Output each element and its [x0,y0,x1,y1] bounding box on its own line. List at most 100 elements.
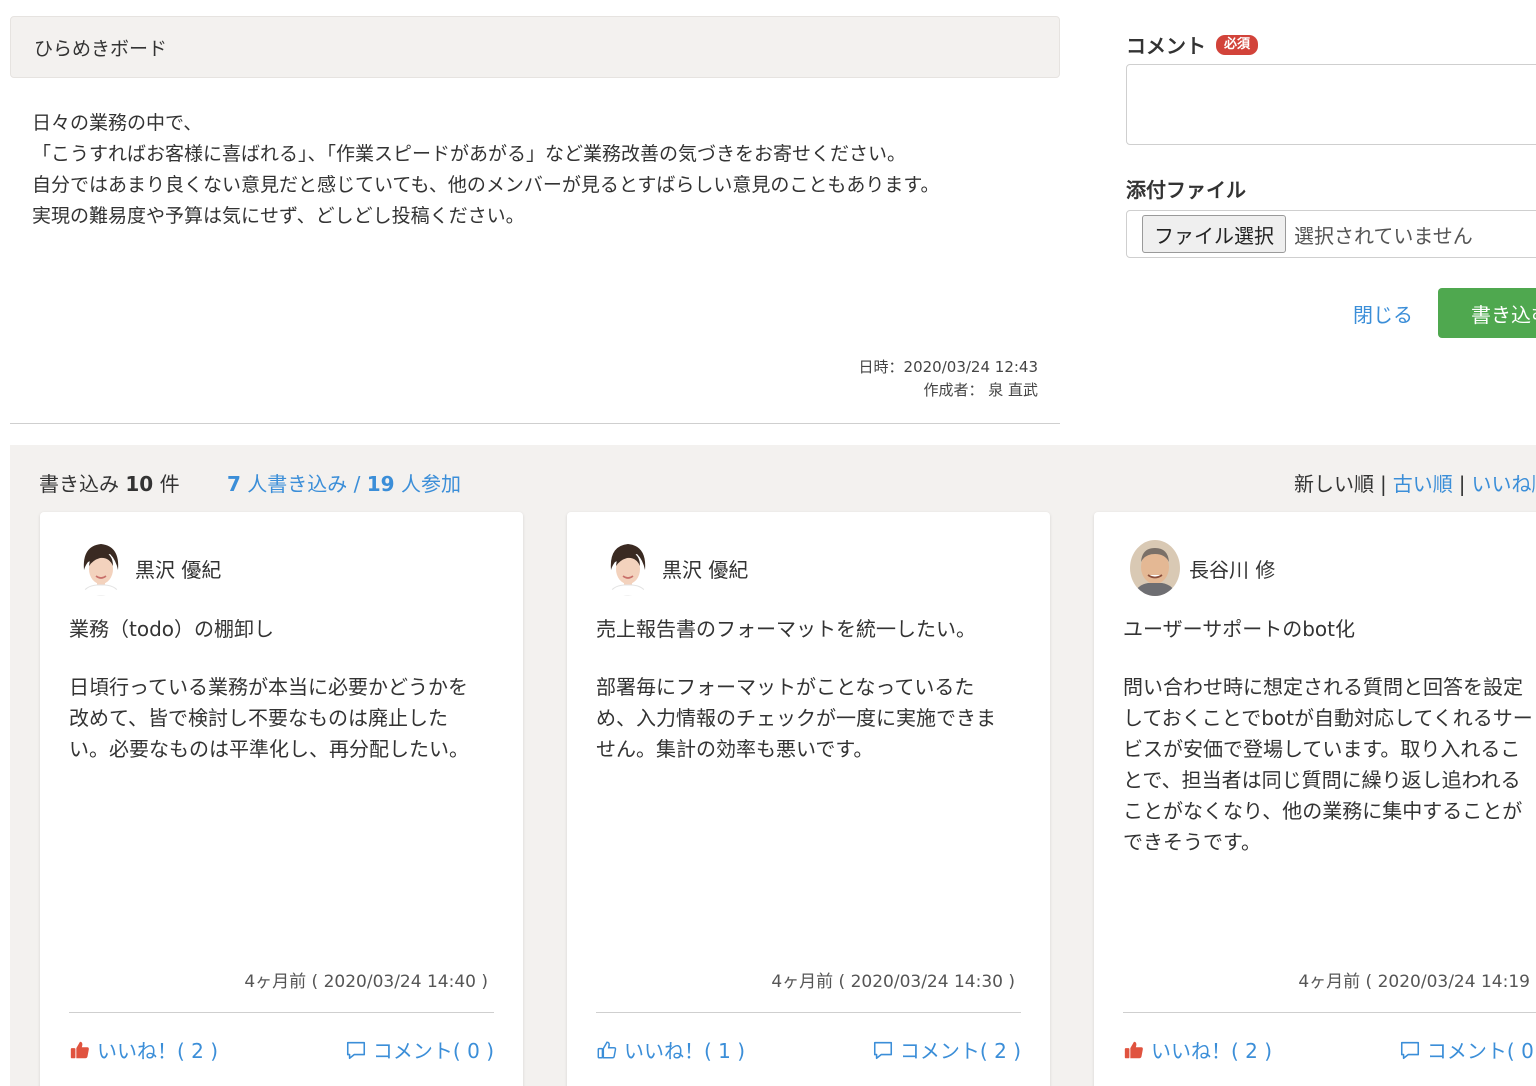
participants-link[interactable]: 7 人書き込み / 19 人参加 [227,468,461,497]
card-body: 問い合わせ時に想定される質問と回答を設定 しておくことでbotが自動対応してくれる… [1123,672,1536,858]
comment-icon [345,1039,367,1061]
card-title: 売上報告書のフォーマットを統一したい。 [596,617,976,641]
thumbs-up-filled-icon [69,1039,91,1061]
sort-separator: | [1380,472,1387,496]
posts-summary: 書き込み 10 件 [39,468,180,497]
board-description: 日々の業務の中で、 「こうすればお客様に喜ばれる」、「作業スピードがあがる」など… [32,108,1042,232]
card-author: 黒沢 優紀 [76,540,221,596]
comment-label: コメント 必須 [1126,30,1259,59]
like-count: 2 [1245,1039,1258,1063]
card-divider [69,1012,494,1013]
posts-prefix: 書き込み [39,472,119,496]
comment-label: コメント( [1426,1039,1515,1063]
board-description-line: 自分ではあまり良くない意見だと感じていても、他のメンバーが見るとすばらしい意見の… [32,174,940,196]
comment-button[interactable]: コメント( 0 ) [1399,1035,1536,1064]
card-author: 長谷川 修 [1130,540,1275,596]
card-body-line: め、入力情報のチェックが一度に実施できま [596,706,996,730]
sort-bar: 新しい順|古い順|いいね順 [1294,468,1536,497]
card-body-line: しておくことでbotが自動対応してくれるサー [1123,706,1533,730]
thumbs-up-icon [596,1039,618,1061]
like-label: いいね！( [624,1039,712,1063]
card-time: 4ヶ月前 ( 2020/03/24 14:30 ) [771,972,1015,992]
post-card: 黒沢 優紀 業務（todo）の棚卸し 日頃行っている業務が本当に必要かどうかを改… [40,512,523,1086]
like-count: 2 [191,1039,204,1063]
comment-count: 0 [467,1039,480,1063]
author-name: 黒沢 優紀 [135,557,222,582]
card-body-line: 問い合わせ時に想定される質問と回答を設定 [1123,675,1523,699]
like-button[interactable]: いいね！( 2 ) [1123,1035,1272,1064]
author-name: 黒沢 優紀 [662,557,749,582]
card-title: 業務（todo）の棚卸し [69,617,275,641]
card-divider [596,1012,1021,1013]
file-input[interactable]: ファイル選択 選択されていません [1126,210,1536,258]
sort-likes[interactable]: いいね順 [1472,472,1536,496]
card-body-line: できそうです。 [1123,830,1261,854]
like-close: ) [210,1039,219,1063]
card-body-line: 部署毎にフォーマットがことなっているた [596,675,975,699]
participants-label: 人参加 [400,472,461,496]
comment-button[interactable]: コメント( 0 ) [345,1035,494,1064]
file-status: 選択されていません [1294,223,1473,248]
writers-count: 7 [227,472,241,496]
sort-separator: | [1458,472,1466,496]
like-count: 1 [718,1039,731,1063]
board-description-line: 日々の業務の中で、 [32,112,203,134]
sort-newest[interactable]: 新しい順 [1294,472,1374,496]
card-time: 4ヶ月前 ( 2020/03/24 14:40 ) [244,972,488,992]
comment-icon [1399,1039,1421,1061]
file-select-button[interactable]: ファイル選択 [1142,215,1286,253]
card-time: 4ヶ月前 ( 2020/03/24 14:19 ) [1298,972,1536,992]
card-author: 黒沢 優紀 [603,540,748,596]
comment-count: 2 [994,1039,1007,1063]
posts-unit: 件 [159,472,180,496]
card-body-line: ビスが安価で登場しています。取り入れるこ [1123,737,1521,761]
board-meta: 日時：2020/03/24 12:43 作成者： 泉 直武 [859,356,1038,402]
card-divider [1123,1012,1536,1013]
male-avatar [1130,540,1180,596]
comment-button[interactable]: コメント( 2 ) [872,1035,1021,1064]
card-body-line: とで、担当者は同じ質問に繰り返し追われる [1123,768,1521,792]
writers-label: 人書き込み / [247,472,361,496]
female-avatar [76,540,126,596]
close-link[interactable]: 閉じる [1353,299,1413,328]
posts-count: 10 [125,472,154,496]
board-description-line: 「こうすればお客様に喜ばれる」、「作業スピードがあがる」など業務改善の気づきをお… [32,143,907,165]
card-title: ユーザーサポートのbot化 [1123,617,1355,641]
board-author: 作成者： 泉 直武 [923,381,1038,399]
like-button[interactable]: いいね！( 1 ) [596,1035,745,1064]
card-body-line: ことがなくなり、他の業務に集中することが [1123,799,1523,823]
participants-count: 19 [366,472,395,496]
board-title: ひらめきボード [34,37,168,60]
card-body-line: い。必要なものは平準化し、再分配したい。 [69,737,469,761]
comment-label-text: コメント [1126,34,1206,58]
card-body-line: 日頃行っている業務が本当に必要かどうかを [69,675,468,699]
comment-icon [872,1039,894,1061]
like-close: ) [737,1039,746,1063]
attachment-label-text: 添付ファイル [1126,178,1246,202]
comment-textarea[interactable] [1126,64,1536,145]
submit-button[interactable]: 書き込む [1438,288,1536,338]
like-label: いいね！( [1151,1039,1239,1063]
board-description-line: 実現の難易度や予算は気にせず、どしどし投稿ください。 [32,205,525,227]
like-label: いいね！( [97,1039,185,1063]
post-card: 長谷川 修 ユーザーサポートのbot化 問い合わせ時に想定される質問と回答を設定… [1094,512,1536,1086]
card-body: 部署毎にフォーマットがことなっているた め、入力情報のチェックが一度に実施できませ… [596,672,1026,765]
board-datetime: 日時：2020/03/24 12:43 [858,358,1038,376]
sort-oldest[interactable]: 古い順 [1393,472,1453,496]
like-button[interactable]: いいね！( 2 ) [69,1035,218,1064]
female-avatar [603,540,653,596]
posts-area: 書き込み 10 件 7 人書き込み / 19 人参加 新しい順|古い順|いいね順… [10,445,1536,1086]
comment-label: コメント( [899,1039,988,1063]
required-badge: 必須 [1216,34,1259,55]
card-body-line: 改めて、皆で検討し不要なものは廃止した [69,706,448,730]
board-divider [10,423,1060,424]
post-card: 黒沢 優紀 売上報告書のフォーマットを統一したい。 部署毎にフォーマットがことな… [567,512,1050,1086]
comment-count: 0 [1521,1039,1534,1063]
card-body: 日頃行っている業務が本当に必要かどうかを 改めて、皆で検討し不要なものは廃止したい… [69,672,499,765]
attachment-label: 添付ファイル [1126,174,1246,203]
comment-label: コメント( [372,1039,461,1063]
author-name: 長谷川 修 [1189,557,1276,582]
board-title-bar: ひらめきボード [10,16,1060,78]
thumbs-up-filled-icon [1123,1039,1145,1061]
card-body-line: せん。集計の効率も悪いです。 [596,737,874,761]
